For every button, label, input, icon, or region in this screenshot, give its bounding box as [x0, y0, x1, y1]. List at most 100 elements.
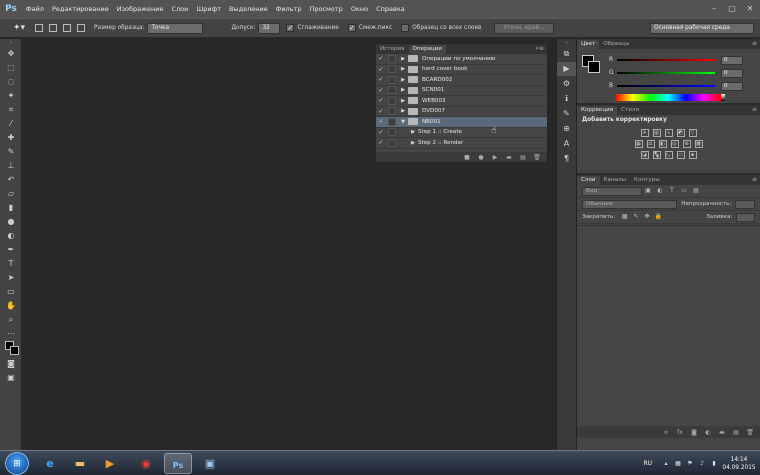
adjustment-filter-icon[interactable]: ◐ [656, 187, 664, 195]
toggle-item-check-icon[interactable]: ✓ [376, 97, 386, 104]
stop-icon[interactable]: ■ [463, 154, 471, 161]
history-panel-icon[interactable]: ⧉ [557, 47, 576, 61]
blue-slider-track[interactable] [617, 85, 715, 87]
type-tool-icon[interactable]: T [0, 257, 22, 271]
threshold-icon[interactable]: ◺ [664, 151, 673, 159]
volume-icon[interactable]: ♪ [698, 460, 706, 468]
file-explorer-icon[interactable]: ▬ [66, 453, 94, 474]
lock-image-icon[interactable]: ✎ [632, 213, 639, 221]
layer-style-icon[interactable]: fx [676, 429, 684, 436]
red-value-input[interactable]: 0 [721, 55, 743, 65]
link-layers-icon[interactable]: ∞ [662, 429, 670, 436]
toggle-item-check-icon[interactable]: ✓ [376, 55, 386, 62]
levels-icon[interactable]: ▥ [652, 129, 661, 137]
toggle-item-check-icon[interactable]: ✓ [376, 87, 386, 94]
new-group-icon[interactable]: ▬ [718, 429, 726, 436]
curves-icon[interactable]: ∿ [664, 129, 673, 137]
layers-list[interactable] [577, 225, 760, 425]
color-background-swatch[interactable] [588, 61, 600, 73]
rectangle-tool-icon[interactable]: ▭ [0, 285, 22, 299]
black-white-ramp[interactable] [721, 94, 725, 101]
magic-wand-tool-icon[interactable]: ✦ [0, 89, 22, 103]
clock[interactable]: 14:14 04.09.2015 [722, 456, 756, 472]
crop-tool-icon[interactable]: ⌗ [0, 103, 22, 117]
shape-filter-icon[interactable]: ▭ [680, 187, 688, 195]
blue-slider[interactable]: B 0 [609, 81, 749, 91]
panel-menu-icon[interactable]: »≡ [535, 44, 544, 54]
background-color-swatch[interactable] [10, 346, 19, 355]
minimize-button[interactable]: – [708, 3, 720, 14]
toggle-dialog-icon[interactable] [388, 65, 396, 74]
red-slider[interactable]: R 0 [609, 55, 749, 65]
delete-icon[interactable]: 🗑 [533, 154, 541, 161]
pixel-filter-icon[interactable]: ▣ [644, 187, 652, 195]
quick-mask-icon[interactable]: ◙ [0, 357, 22, 371]
channel-mixer-icon[interactable]: ⊛ [682, 140, 691, 148]
network-icon[interactable]: ▦ [674, 460, 682, 468]
menu-view[interactable]: Просмотр [305, 0, 346, 18]
properties-panel-icon[interactable]: ⚙ [557, 77, 576, 91]
type-filter-icon[interactable]: T [668, 187, 676, 195]
color-spectrum-bar[interactable] [615, 94, 721, 101]
tab-styles[interactable]: Стили [617, 106, 643, 115]
close-button[interactable]: ✕ [744, 3, 756, 14]
add-to-selection-icon[interactable] [49, 24, 57, 32]
tab-swatches[interactable]: Образцы [599, 40, 633, 49]
vibrance-icon[interactable]: ▽ [688, 129, 697, 137]
opacity-input[interactable] [735, 199, 755, 209]
tray-expand-icon[interactable]: ▴ [662, 460, 670, 468]
collapse-triangle-icon[interactable]: ▼ [398, 119, 408, 125]
green-slider-track[interactable] [617, 72, 715, 74]
menu-filter[interactable]: Фильтр [272, 0, 306, 18]
new-layer-icon[interactable]: ▤ [732, 429, 740, 436]
blend-mode-select[interactable]: Обычные [582, 199, 678, 209]
lock-transparent-icon[interactable]: ▦ [621, 213, 628, 221]
action-set-row[interactable]: ✓ ▶ SCN001 [376, 86, 547, 96]
marquee-tool-icon[interactable]: ⬚ [0, 61, 22, 75]
expand-triangle-icon[interactable]: ▶ [398, 56, 408, 62]
adjustments-panel-menu-icon[interactable]: ≡ [752, 105, 757, 115]
color-balance-icon[interactable]: ⚖ [646, 140, 655, 148]
lock-position-icon[interactable]: ✥ [643, 213, 650, 221]
extra-tools-icon[interactable]: ⋯ [0, 327, 22, 341]
chrome-icon[interactable]: ◉ [132, 453, 160, 474]
invert-icon[interactable]: ◪ [640, 151, 649, 159]
toggle-item-check-icon[interactable]: ✓ [376, 108, 386, 115]
tab-history[interactable]: История [376, 45, 409, 54]
smart-object-filter-icon[interactable]: ▤ [692, 187, 700, 195]
toggle-dialog-icon[interactable] [388, 117, 396, 126]
toggle-dialog-icon[interactable] [388, 54, 396, 63]
action-set-row[interactable]: ✓ ▶ WEB003 [376, 96, 547, 107]
brush-panel-icon[interactable]: ✎ [557, 107, 576, 121]
menu-image[interactable]: Изображение [113, 0, 168, 18]
blur-tool-icon[interactable]: ● [0, 215, 22, 229]
toolbar-grip-icon[interactable]: » [0, 39, 22, 47]
expand-triangle-icon[interactable]: ▶ [398, 108, 408, 114]
tab-channels[interactable]: Каналы [600, 176, 630, 185]
tab-layers[interactable]: Слои [577, 176, 600, 185]
green-value-input[interactable]: 0 [721, 68, 743, 78]
hand-tool-icon[interactable]: ✋ [0, 299, 22, 313]
action-set-row[interactable]: ✓ ▶ BCARD002 [376, 75, 547, 86]
sample-size-select[interactable]: Точка [147, 22, 204, 34]
fill-input[interactable] [736, 212, 756, 222]
info-panel-icon[interactable]: ℹ [557, 92, 576, 106]
photoshop-taskbar-icon[interactable]: Ps [164, 453, 192, 474]
intersect-selection-icon[interactable] [77, 24, 85, 32]
action-step-row[interactable]: ✓ ▶ Step 1 :: Create [376, 128, 547, 138]
record-icon[interactable]: ● [477, 154, 485, 161]
menu-edit[interactable]: Редактирование [48, 0, 113, 18]
healing-brush-tool-icon[interactable]: ✚ [0, 131, 22, 145]
brush-tool-icon[interactable]: ✎ [0, 145, 22, 159]
tab-color[interactable]: Цвет [577, 40, 600, 49]
tolerance-input[interactable]: 32 [258, 22, 281, 34]
delete-layer-icon[interactable]: 🗑 [746, 429, 754, 436]
toggle-dialog-icon[interactable] [388, 96, 396, 105]
menu-file[interactable]: Файл [22, 0, 48, 18]
flag-icon[interactable]: ⚑ [686, 460, 694, 468]
menu-select[interactable]: Выделение [225, 0, 272, 18]
pen-tool-icon[interactable]: ✒ [0, 243, 22, 257]
expand-triangle-icon[interactable]: ▶ [408, 140, 418, 146]
action-set-row[interactable]: ✓ ▼ NB001 [376, 117, 547, 128]
subtract-selection-icon[interactable] [63, 24, 71, 32]
